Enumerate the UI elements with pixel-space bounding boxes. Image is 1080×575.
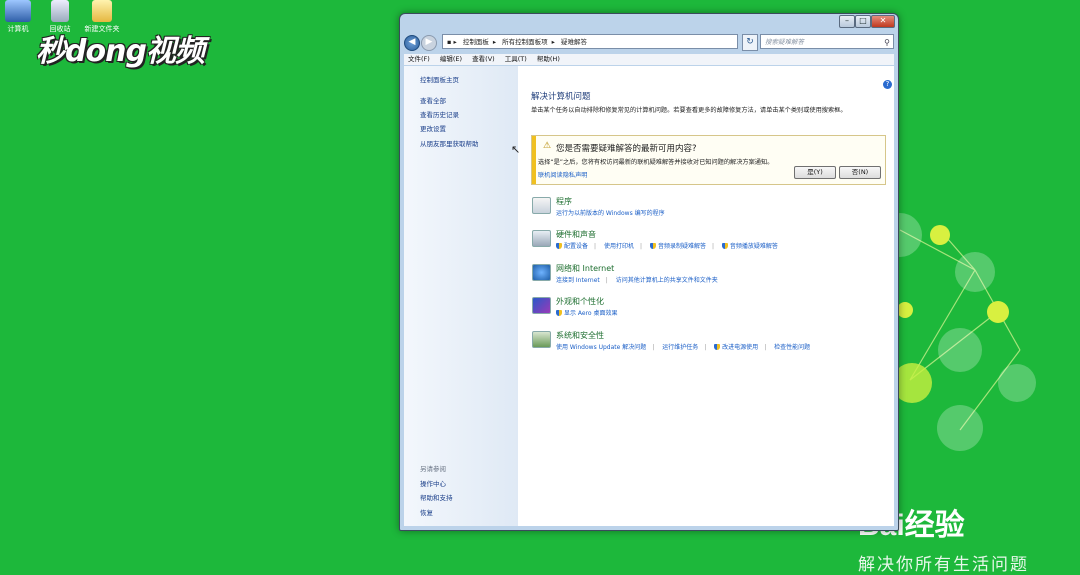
no-button[interactable]: 否(N) (839, 166, 881, 179)
search-input[interactable]: 搜索疑难解答 ⚲ (760, 34, 894, 49)
category-link[interactable]: 连接到 Internet (556, 277, 600, 284)
category-link[interactable]: 运行维护任务 (662, 344, 698, 351)
window-content: 控制面板主页 查看全部 查看历史记录 更改设置 从朋友那里获取帮助 另请参阅 操… (404, 66, 894, 526)
menu-view[interactable]: 查看(V) (472, 55, 495, 63)
sidebar-link-history[interactable]: 查看历史记录 (420, 109, 459, 119)
close-button[interactable]: ✕ (871, 15, 895, 28)
mouse-cursor-icon: ↖ (511, 143, 521, 156)
privacy-link[interactable]: 联机阅读隐私声明 (538, 170, 588, 179)
appearance-icon (532, 297, 551, 314)
breadcrumb-item[interactable]: 控制面板 (463, 38, 489, 46)
category-link[interactable]: 访问其他计算机上的共享文件和文件夹 (616, 277, 718, 284)
category-link[interactable]: 使用 Windows Update 解决问题 (556, 344, 646, 351)
shield-icon (556, 243, 562, 249)
sidebar-link-settings[interactable]: 更改设置 (420, 123, 446, 133)
yes-button[interactable]: 是(Y) (794, 166, 836, 179)
shield-icon (556, 310, 562, 316)
page-title: 解决计算机问题 (531, 92, 591, 102)
menu-tools[interactable]: 工具(T) (505, 55, 527, 63)
category-link[interactable]: 显示 Aero 桌面效果 (564, 310, 618, 317)
sidebar-home-link[interactable]: 控制面板主页 (420, 74, 459, 84)
category-title[interactable]: 硬件和声音 (556, 229, 596, 240)
notice-detail: 选择“是”之后，您将有权访问最新的联机疑难解答并接收对已知问题的解决方案通知。 (538, 159, 774, 166)
menu-edit[interactable]: 编辑(E) (440, 55, 462, 63)
address-bar[interactable]: ▪ ▸ 控制面板 ▸ 所有控制面板项 ▸ 疑难解答 (442, 34, 738, 49)
recycle-bin-icon (51, 0, 69, 22)
video-watermark: 秒dong视频 (36, 34, 205, 69)
menu-help[interactable]: 帮助(H) (537, 55, 560, 63)
breadcrumb-item[interactable]: 疑难解答 (561, 38, 587, 46)
sidebar-link-recovery[interactable]: 恢复 (420, 507, 433, 517)
system-security-icon (532, 331, 551, 348)
sidebar-link-friend-help[interactable]: 从朋友那里获取帮助 (420, 138, 479, 148)
page-description: 单击某个任务以自动排除和修复常见的计算机问题。若要查看更多的故障修复方法，请单击… (531, 107, 847, 114)
forward-button[interactable]: ▶ (421, 35, 437, 51)
control-panel-window: – □ ✕ ◀ ▶ ▪ ▸ 控制面板 ▸ 所有控制面板项 ▸ 疑难解答 ↻ 搜索疑难… (399, 13, 899, 531)
category-title[interactable]: 系统和安全性 (556, 330, 604, 341)
sidebar-link-view-all[interactable]: 查看全部 (420, 95, 446, 105)
category-link[interactable]: 改进电源使用 (722, 344, 758, 351)
minimize-button[interactable]: – (839, 15, 855, 28)
notice-question: 您是否需要疑难解答的最新可用内容? (556, 144, 697, 154)
computer-icon (5, 0, 31, 22)
help-icon[interactable]: ? (883, 80, 892, 89)
hardware-icon (532, 230, 551, 247)
see-also-heading: 另请参阅 (420, 465, 446, 473)
category-link[interactable]: 检查性能问题 (774, 344, 810, 351)
shield-icon (721, 243, 728, 249)
navigation-bar: ◀ ▶ ▪ ▸ 控制面板 ▸ 所有控制面板项 ▸ 疑难解答 ↻ 搜索疑难解答 ⚲ (404, 34, 894, 52)
menu-file[interactable]: 文件(F) (408, 55, 430, 63)
desktop-icon-label: 计算机 (7, 25, 29, 33)
category-link[interactable]: 音频播放疑难解答 (730, 243, 778, 250)
shield-icon (714, 344, 721, 350)
sidebar-link-help-support[interactable]: 帮助和支持 (420, 492, 453, 502)
category-link[interactable]: 使用打印机 (604, 243, 634, 250)
network-globe-icon (532, 264, 551, 281)
search-icon: ⚲ (884, 38, 890, 47)
back-button[interactable]: ◀ (404, 35, 420, 51)
breadcrumb-item[interactable]: 所有控制面板项 (502, 38, 548, 46)
sidebar: 控制面板主页 查看全部 查看历史记录 更改设置 从朋友那里获取帮助 另请参阅 操… (404, 66, 518, 526)
decorative-graphic (880, 213, 1036, 451)
maximize-button[interactable]: □ (855, 15, 871, 28)
menu-bar: 文件(F) 编辑(E) 查看(V) 工具(T) 帮助(H) (404, 54, 894, 65)
shield-icon (649, 243, 656, 249)
sidebar-link-action-center[interactable]: 操作中心 (420, 478, 446, 488)
category-link[interactable]: 运行为以前版本的 Windows 编写的程序 (556, 210, 665, 217)
brand-slogan: 解决你所有生活问题 (858, 555, 1029, 575)
title-bar: – □ ✕ (400, 14, 898, 34)
folder-icon (92, 0, 112, 22)
category-title[interactable]: 程序 (556, 196, 572, 207)
programs-icon (532, 197, 551, 214)
update-notice: ⚠ 您是否需要疑难解答的最新可用内容? 选择“是”之后，您将有权访问最新的联机疑… (531, 135, 886, 185)
category-title[interactable]: 外观和个性化 (556, 296, 604, 307)
desktop-icon-computer[interactable]: 计算机 (0, 0, 40, 34)
refresh-button[interactable]: ↻ (742, 34, 758, 51)
warning-icon: ⚠ (543, 141, 552, 151)
category-title[interactable]: 网络和 Internet (556, 263, 614, 274)
main-panel: ? 解决计算机问题 单击某个任务以自动排除和修复常见的计算机问题。若要查看更多的… (518, 66, 894, 526)
category-link[interactable]: 音频录制疑难解答 (658, 243, 706, 250)
category-link[interactable]: 配置设备 (564, 243, 588, 250)
